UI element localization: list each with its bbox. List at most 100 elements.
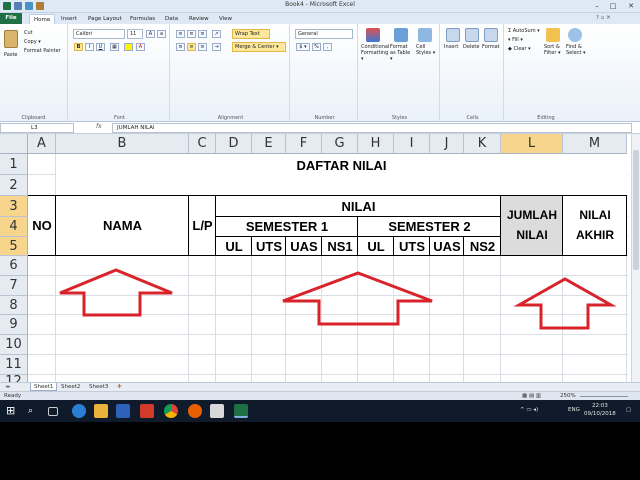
paste-icon[interactable] xyxy=(4,30,18,48)
alignment-group: ≡ ≡ ≡ ↗ ≡ ≡ ≡ ⇥ Wrap Text Merge & Center… xyxy=(172,24,290,122)
fx-icon[interactable]: fx xyxy=(96,123,102,130)
borders-icon[interactable]: ▦ xyxy=(110,43,119,51)
bold-button[interactable]: B xyxy=(74,43,83,51)
font-name-select[interactable]: Calibri xyxy=(73,29,125,39)
media-icon[interactable] xyxy=(140,404,154,418)
red-arrow-2 xyxy=(282,271,433,326)
zoom-level[interactable]: 250% xyxy=(560,392,576,400)
format-cells-button[interactable]: Format xyxy=(482,44,500,50)
clock-date[interactable]: 09/10/2018 xyxy=(584,411,616,417)
format-as-table-button[interactable]: Format as Table ▾ xyxy=(390,44,412,62)
styles-group: Conditional Formatting ▾ Format as Table… xyxy=(360,24,440,122)
zoom-slider[interactable] xyxy=(580,396,628,397)
grow-font-icon[interactable]: A xyxy=(146,30,155,38)
excel-taskbar-icon[interactable] xyxy=(234,404,248,418)
edge-icon[interactable] xyxy=(72,404,86,418)
windows-start-icon[interactable]: ⊞ xyxy=(6,404,20,418)
screen: Book4 - Microsoft Excel – □ ✕ File Home … xyxy=(0,0,640,480)
tab-review[interactable]: Review xyxy=(185,14,213,24)
close-button[interactable]: ✕ xyxy=(624,1,638,11)
format-cells-icon[interactable] xyxy=(484,28,498,42)
notepad-icon[interactable] xyxy=(210,404,224,418)
search-icon[interactable]: ⌕ xyxy=(28,404,42,418)
sort-filter-button[interactable]: Sort & Filter ▾ xyxy=(544,44,564,56)
cell-styles-icon[interactable] xyxy=(418,28,432,42)
sheet-tab-3[interactable]: Sheet3 xyxy=(86,383,111,391)
wrap-text-button[interactable]: Wrap Text xyxy=(232,29,270,39)
autosum-button[interactable]: Σ AutoSum ▾ xyxy=(508,28,540,34)
clock-time[interactable]: 22:03 xyxy=(592,403,608,409)
new-sheet-icon[interactable]: ✚ xyxy=(114,383,125,391)
copy-button[interactable]: Copy ▾ xyxy=(24,39,41,45)
cell-styles-button[interactable]: Cell Styles ▾ xyxy=(416,44,436,56)
conditional-formatting-icon[interactable] xyxy=(366,28,380,42)
font-color-icon[interactable]: A xyxy=(136,43,145,51)
tab-insert[interactable]: Insert xyxy=(57,14,81,24)
minimize-button[interactable]: – xyxy=(590,1,604,11)
tray-icons[interactable]: ^ ▭ ◂) xyxy=(520,407,538,413)
vertical-scrollbar[interactable] xyxy=(631,134,640,382)
merge-center-button[interactable]: Merge & Center ▾ xyxy=(232,42,286,52)
notifications-icon[interactable]: ▢ xyxy=(626,407,631,413)
file-explorer-icon[interactable] xyxy=(94,404,108,418)
language-indicator[interactable]: ENG xyxy=(568,407,580,413)
styles-label: Styles xyxy=(391,115,408,121)
underline-button[interactable]: U xyxy=(96,43,105,51)
tab-data[interactable]: Data xyxy=(161,14,182,24)
formula-bar: L3 fx JUMLAH NILAI xyxy=(0,122,640,134)
delete-cells-button[interactable]: Delete xyxy=(463,44,479,50)
find-select-icon[interactable] xyxy=(568,28,582,42)
fill-color-icon[interactable] xyxy=(124,43,133,51)
indent-icon[interactable]: ⇥ xyxy=(212,43,221,51)
firefox-icon[interactable] xyxy=(188,404,202,418)
shrink-font-icon[interactable]: a xyxy=(157,30,166,38)
paste-button[interactable]: Paste xyxy=(4,52,18,58)
conditional-formatting-button[interactable]: Conditional Formatting ▾ xyxy=(361,44,389,62)
align-center-icon[interactable]: ≡ xyxy=(187,43,196,51)
align-bottom-icon[interactable]: ≡ xyxy=(198,30,207,38)
format-table-icon[interactable] xyxy=(394,28,408,42)
format-painter-button[interactable]: Format Painter xyxy=(24,48,61,54)
orientation-icon[interactable]: ↗ xyxy=(212,30,221,38)
formula-input[interactable]: JUMLAH NILAI xyxy=(112,123,632,133)
tab-formulas[interactable]: Formulas xyxy=(126,14,159,24)
view-buttons-icon[interactable]: ▦ ▤ ▥ xyxy=(522,392,541,400)
store-icon[interactable] xyxy=(116,404,130,418)
insert-cells-button[interactable]: Insert xyxy=(444,44,458,50)
excel-window: Book4 - Microsoft Excel – □ ✕ File Home … xyxy=(0,0,640,400)
fill-button[interactable]: ▾ Fill ▾ xyxy=(508,37,523,43)
chrome-icon[interactable] xyxy=(164,404,178,418)
help-icon[interactable]: ? ▫ ✕ xyxy=(596,15,611,21)
currency-button[interactable]: $ ▾ xyxy=(296,43,310,51)
font-group: Calibri 11 A a B I U ▦ A Font xyxy=(70,24,170,122)
red-arrow-3 xyxy=(513,277,617,330)
number-label: Number xyxy=(314,115,335,121)
align-top-icon[interactable]: ≡ xyxy=(176,30,185,38)
name-box[interactable]: L3 xyxy=(0,123,74,133)
scroll-thumb[interactable] xyxy=(633,150,639,270)
delete-cells-icon[interactable] xyxy=(465,28,479,42)
task-view-icon[interactable] xyxy=(48,407,58,416)
font-size-select[interactable]: 11 xyxy=(127,29,143,39)
number-format-select[interactable]: General xyxy=(295,29,353,39)
align-middle-icon[interactable]: ≡ xyxy=(187,30,196,38)
comma-button[interactable]: , xyxy=(323,43,332,51)
sort-filter-icon[interactable] xyxy=(546,28,560,42)
align-right-icon[interactable]: ≡ xyxy=(198,43,207,51)
cut-button[interactable]: Cut xyxy=(24,30,33,36)
italic-button[interactable]: I xyxy=(85,43,94,51)
insert-cells-icon[interactable] xyxy=(446,28,460,42)
clear-button[interactable]: ◆ Clear ▾ xyxy=(508,46,531,52)
sheet-nav-icon[interactable]: ◂▸ xyxy=(2,383,14,391)
tab-view[interactable]: View xyxy=(215,14,236,24)
tab-page-layout[interactable]: Page Layout xyxy=(84,14,126,24)
sheet-tab-2[interactable]: Sheet2 xyxy=(58,383,83,391)
tab-file[interactable]: File xyxy=(0,13,22,24)
find-select-button[interactable]: Find & Select ▾ xyxy=(566,44,586,56)
maximize-button[interactable]: □ xyxy=(606,1,620,11)
spreadsheet-grid[interactable]: A B C D E F G H I J K L M 1 2 3 4 5 6 7 … xyxy=(0,134,640,382)
align-left-icon[interactable]: ≡ xyxy=(176,43,185,51)
percent-button[interactable]: % xyxy=(312,43,321,51)
sheet-tab-1[interactable]: Sheet1 xyxy=(30,383,58,391)
tab-home[interactable]: Home xyxy=(29,14,56,24)
